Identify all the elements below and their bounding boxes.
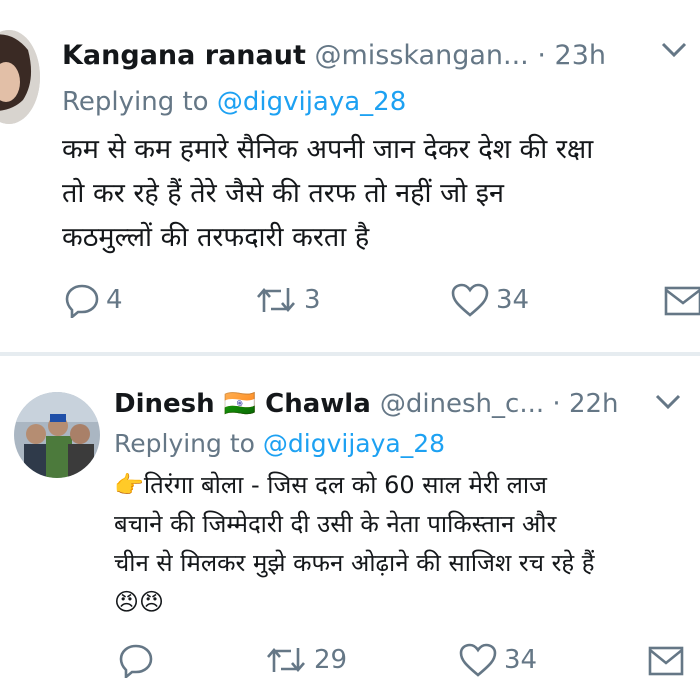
flag-emoji: 🇮🇳 <box>223 389 257 419</box>
tweet-text: 👉तिरंगा बोला - जिस दल को 60 साल मेरी लाज… <box>114 466 595 622</box>
timestamp[interactable]: 22h <box>569 389 619 419</box>
action-bar: 29 34 <box>0 642 700 682</box>
text-line: चीन से मिलकर मुझे कफन ओढ़ाने की साजिश रच… <box>114 549 595 577</box>
dm-button[interactable] <box>648 642 684 678</box>
tweet-header: Dinesh 🇮🇳 Chawla @dinesh_c... · 22h <box>114 388 619 420</box>
action-bar: 4 3 34 <box>0 282 700 322</box>
mention-link[interactable]: @digvijaya_28 <box>263 429 445 458</box>
replying-to: Replying to @digvijaya_28 <box>62 86 406 118</box>
retweet-count: 3 <box>304 285 321 315</box>
display-name[interactable]: Dinesh 🇮🇳 Chawla <box>114 389 380 419</box>
user-handle[interactable]: @dinesh_c... <box>380 389 544 419</box>
text-line: तो कर रहे हैं तेरे जैसे की तरफ तो नहीं ज… <box>62 178 504 209</box>
replying-prefix: Replying to <box>114 429 255 458</box>
like-count: 34 <box>496 285 530 315</box>
replying-prefix: Replying to <box>62 87 209 117</box>
reply-icon <box>119 644 153 678</box>
like-count: 34 <box>504 645 538 675</box>
like-button[interactable]: 34 <box>450 282 529 318</box>
tweet-header: Kangana ranaut @misskangan... · 23h <box>62 40 606 72</box>
text-line: बचाने की जिम्मेदारी दी उसी के नेता पाकिस… <box>114 510 557 538</box>
tweet-2[interactable]: Dinesh 🇮🇳 Chawla @dinesh_c... · 22h Repl… <box>0 356 700 700</box>
reply-button[interactable]: 4 <box>64 282 123 318</box>
avatar[interactable] <box>0 30 40 124</box>
user-handle[interactable]: @misskangan... <box>314 40 528 71</box>
retweet-button[interactable]: 3 <box>254 282 321 318</box>
retweet-icon <box>267 648 305 672</box>
replying-to: Replying to @digvijaya_28 <box>114 428 445 460</box>
like-button[interactable]: 34 <box>458 642 537 678</box>
mail-icon <box>648 646 684 676</box>
mail-icon <box>664 286 700 316</box>
reply-count: 4 <box>106 285 123 315</box>
reply-button[interactable] <box>118 642 160 678</box>
text-line: 😠😠 <box>114 588 165 616</box>
avatar[interactable] <box>14 392 100 478</box>
tweet-text: कम से कम हमारे सैनिक अपनी जान देकर देश क… <box>62 128 593 260</box>
tweet-1[interactable]: Kangana ranaut @misskangan... · 23h Repl… <box>0 0 700 352</box>
display-name-last: Chawla <box>265 389 371 419</box>
mention-link[interactable]: @digvijaya_28 <box>217 87 406 117</box>
text-line: कम से कम हमारे सैनिक अपनी जान देकर देश क… <box>62 134 594 165</box>
chevron-down-icon[interactable] <box>660 40 688 64</box>
display-name[interactable]: Kangana ranaut <box>62 40 306 71</box>
retweet-button[interactable]: 29 <box>264 642 347 678</box>
heart-icon <box>451 283 489 317</box>
dm-button[interactable] <box>664 282 700 318</box>
display-name-first: Dinesh <box>114 389 215 419</box>
reply-icon <box>65 284 99 318</box>
separator-dot: · <box>552 389 561 419</box>
text-line: 👉तिरंगा बोला - जिस दल को 60 साल मेरी लाज <box>114 471 547 499</box>
timestamp[interactable]: 23h <box>555 40 606 71</box>
text-line: कठमुल्लों की तरफदारी करता है <box>62 222 370 253</box>
chevron-down-icon[interactable] <box>654 392 682 416</box>
separator-dot: · <box>537 40 546 71</box>
retweet-icon <box>257 288 295 312</box>
heart-icon <box>459 643 497 677</box>
retweet-count: 29 <box>314 645 348 675</box>
